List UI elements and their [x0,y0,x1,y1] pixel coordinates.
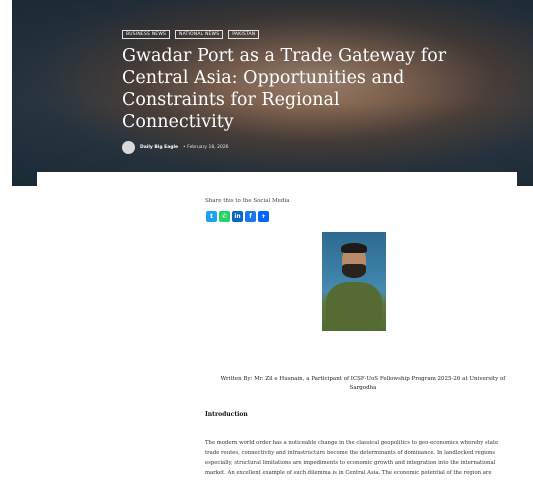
article-title: Gwadar Port as a Trade Gateway for Centr… [122,46,447,132]
written-by: Written By: Mr. Zil e Husnain, a Partici… [220,376,506,391]
tag-business-news[interactable]: Business News [122,30,171,39]
article-card: Share this to the Social Media t ✆ in f … [37,172,517,483]
photo-beard [342,264,366,278]
intro-heading: Introduction [205,411,248,418]
whatsapp-icon[interactable]: ✆ [219,211,230,222]
post-date-text: February 18, 2026 [187,145,229,150]
linkedin-icon[interactable]: in [232,211,243,222]
category-tags: Business News National News Pakistan [122,30,452,39]
tag-pakistan[interactable]: Pakistan [228,30,260,39]
facebook-icon[interactable]: f [245,211,256,222]
photo-hair [341,243,367,253]
intro-paragraph: The modern world order has a noticeable … [205,440,499,476]
tag-national-news[interactable]: National News [175,30,224,39]
share-label: Share this to the Social Media [205,198,290,204]
hero-content: Business News National News Pakistan Gwa… [122,30,452,154]
author-photo [322,232,386,331]
author-avatar[interactable] [122,141,135,154]
photo-shirt [326,282,382,331]
share-icon[interactable]: + [258,211,269,222]
byline: Daily Big Eagle • February 18, 2026 [122,141,452,154]
post-date: • February 18, 2026 [183,145,229,150]
hero-banner: Business News National News Pakistan Gwa… [12,0,533,186]
author-name[interactable]: Daily Big Eagle [140,145,178,150]
share-icons: t ✆ in f + [206,211,269,222]
twitter-icon[interactable]: t [206,211,217,222]
